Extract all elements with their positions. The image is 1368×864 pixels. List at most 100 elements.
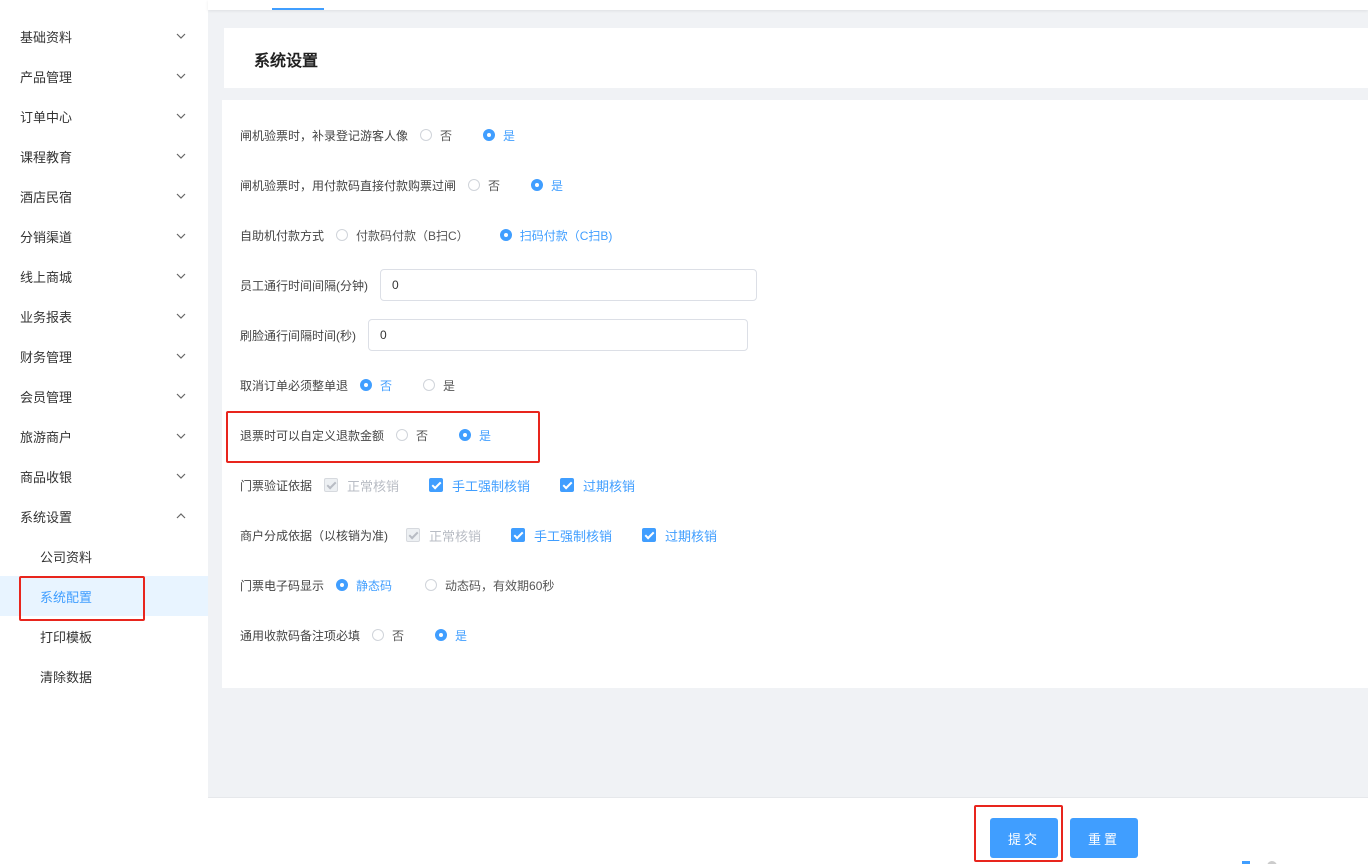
menu-online-mall[interactable]: 线上商城 (0, 256, 208, 296)
field-label: 员工通行时间间隔(分钟) (240, 278, 368, 293)
checkbox-label: 正常核销 (429, 528, 482, 544)
page-header: 系统设置 (224, 28, 1368, 88)
menu-label: 产品管理 (20, 69, 73, 85)
menu-orders[interactable]: 订单中心 (0, 96, 208, 136)
checkbox-split-manual[interactable]: 手工强制核销 (511, 526, 612, 545)
radio-gate-paycode-yes[interactable]: 是 (531, 177, 563, 194)
sidebar: 基础资料 产品管理 订单中心 课程教育 酒店民宿 分销渠道 线上商城 业务报表 … (0, 0, 208, 864)
menu-travel-merchant[interactable]: 旅游商户 (0, 416, 208, 456)
radio-eticket-dynamic[interactable]: 动态码，有效期60秒 (425, 577, 554, 594)
checkbox-box (429, 478, 444, 492)
checkbox-label: 过期核销 (583, 478, 636, 494)
checkbox-ticket-expired[interactable]: 过期核销 (560, 476, 635, 495)
chevron-down-icon (176, 231, 186, 241)
radio-cancel-whole-no[interactable]: 否 (360, 377, 392, 394)
chevron-down-icon (176, 431, 186, 441)
menu-basic-info[interactable]: 基础资料 (0, 16, 208, 56)
menu-finance[interactable]: 财务管理 (0, 336, 208, 376)
top-tab-bar (208, 0, 1368, 10)
field-label: 闸机验票时，用付款码直接付款购票过闸 (240, 178, 457, 193)
radio-dot (483, 129, 496, 141)
radio-label: 付款码付款（B扫C） (356, 228, 469, 243)
staff-interval-input[interactable]: 0 (380, 269, 757, 301)
form-row-kiosk-pay: 自助机付款方式 付款码付款（B扫C） 扫码付款（C扫B) (240, 220, 612, 250)
radio-gate-paycode-no[interactable]: 否 (468, 177, 500, 194)
radio-label: 是 (443, 378, 456, 393)
radio-label: 是 (551, 178, 564, 193)
submenu-print-template[interactable]: 打印模板 (0, 616, 208, 656)
checkbox-split-expired[interactable]: 过期核销 (642, 526, 717, 545)
menu-label: 商品收银 (20, 469, 73, 485)
field-label: 门票电子码显示 (240, 578, 325, 593)
face-interval-input[interactable]: 0 (368, 319, 748, 351)
radio-label: 否 (488, 178, 501, 193)
submenu-company-info[interactable]: 公司资料 (0, 536, 208, 576)
radio-label: 静态码 (356, 578, 393, 593)
checkbox-box (324, 478, 339, 492)
radio-kiosk-pay-c-scan-b[interactable]: 扫码付款（C扫B) (499, 227, 612, 244)
radio-label: 否 (440, 128, 453, 143)
chevron-down-icon (176, 471, 186, 481)
chevron-down-icon (176, 351, 186, 361)
radio-custom-refund-yes[interactable]: 是 (459, 427, 491, 444)
radio-remark-yes[interactable]: 是 (435, 627, 467, 644)
menu-pos[interactable]: 商品收银 (0, 456, 208, 496)
radio-eticket-static[interactable]: 静态码 (336, 577, 392, 594)
checkbox-split-normal: 正常核销 (406, 526, 481, 545)
field-label: 刷脸通行间隔时间(秒) (240, 328, 356, 343)
active-tab-indicator (272, 8, 324, 10)
menu-product[interactable]: 产品管理 (0, 56, 208, 96)
checkbox-ticket-manual[interactable]: 手工强制核销 (429, 476, 530, 495)
radio-custom-refund-no[interactable]: 否 (396, 427, 428, 444)
submenu-label: 系统配置 (40, 589, 93, 605)
radio-gate-photo-no[interactable]: 否 (420, 127, 452, 144)
menu-course[interactable]: 课程教育 (0, 136, 208, 176)
submenu-system-config[interactable]: 系统配置 (0, 576, 208, 616)
menu-system-settings[interactable]: 系统设置 (0, 496, 208, 536)
form-row-staff-interval: 员工通行时间间隔(分钟) 0 (240, 268, 757, 302)
chevron-down-icon (176, 151, 186, 161)
checkbox-label: 手工强制核销 (452, 478, 531, 494)
menu-label: 系统设置 (20, 509, 73, 525)
radio-dot (425, 579, 438, 591)
floating-toolbar-icons (1234, 855, 1294, 864)
chevron-down-icon (176, 271, 186, 281)
form-row-face-interval: 刷脸通行间隔时间(秒) 0 (240, 318, 748, 352)
menu-label: 会员管理 (20, 389, 73, 405)
menu-members[interactable]: 会员管理 (0, 376, 208, 416)
checkbox-box (406, 528, 420, 542)
menu-label: 旅游商户 (20, 429, 73, 445)
radio-kiosk-pay-b-scan-c[interactable]: 付款码付款（B扫C） (336, 227, 469, 244)
radio-dot (420, 129, 433, 141)
radio-gate-photo-yes[interactable]: 是 (483, 127, 515, 144)
radio-dot (372, 629, 385, 641)
submenu-clear-data[interactable]: 清除数据 (0, 656, 208, 696)
menu-label: 订单中心 (20, 109, 73, 125)
action-bar (208, 797, 1368, 864)
page-title: 系统设置 (254, 53, 319, 70)
radio-label: 是 (455, 628, 468, 643)
radio-dot (396, 429, 409, 441)
menu-reports[interactable]: 业务报表 (0, 296, 208, 336)
field-label: 自助机付款方式 (240, 228, 325, 243)
radio-label: 动态码，有效期60秒 (445, 578, 555, 593)
chevron-down-icon (176, 31, 186, 41)
radio-dot (531, 179, 544, 191)
checkbox-label: 过期核销 (665, 528, 718, 544)
reset-button[interactable]: 重置 (1070, 818, 1138, 858)
menu-distribution[interactable]: 分销渠道 (0, 216, 208, 256)
form-row-gate-photo: 闸机验票时，补录登记游客人像 否 是 (240, 120, 515, 150)
radio-cancel-whole-yes[interactable]: 是 (423, 377, 455, 394)
radio-dot (423, 379, 436, 391)
radio-dot (468, 179, 481, 191)
field-label: 商户分成依据（以核销为准) (240, 528, 388, 543)
form-row-eticket-code: 门票电子码显示 静态码 动态码，有效期60秒 (240, 570, 554, 600)
submit-button[interactable]: 提交 (990, 818, 1058, 858)
radio-label: 是 (503, 128, 516, 143)
radio-remark-no[interactable]: 否 (372, 627, 404, 644)
menu-label: 基础资料 (20, 29, 73, 45)
menu-hotel[interactable]: 酒店民宿 (0, 176, 208, 216)
form-row-remark-required: 通用收款码备注项必填 否 是 (240, 620, 467, 650)
radio-dot (499, 229, 512, 241)
settings-form: 闸机验票时，补录登记游客人像 否 是 闸机验票时，用付款码直接付款购票过闸 否 … (222, 100, 1368, 688)
